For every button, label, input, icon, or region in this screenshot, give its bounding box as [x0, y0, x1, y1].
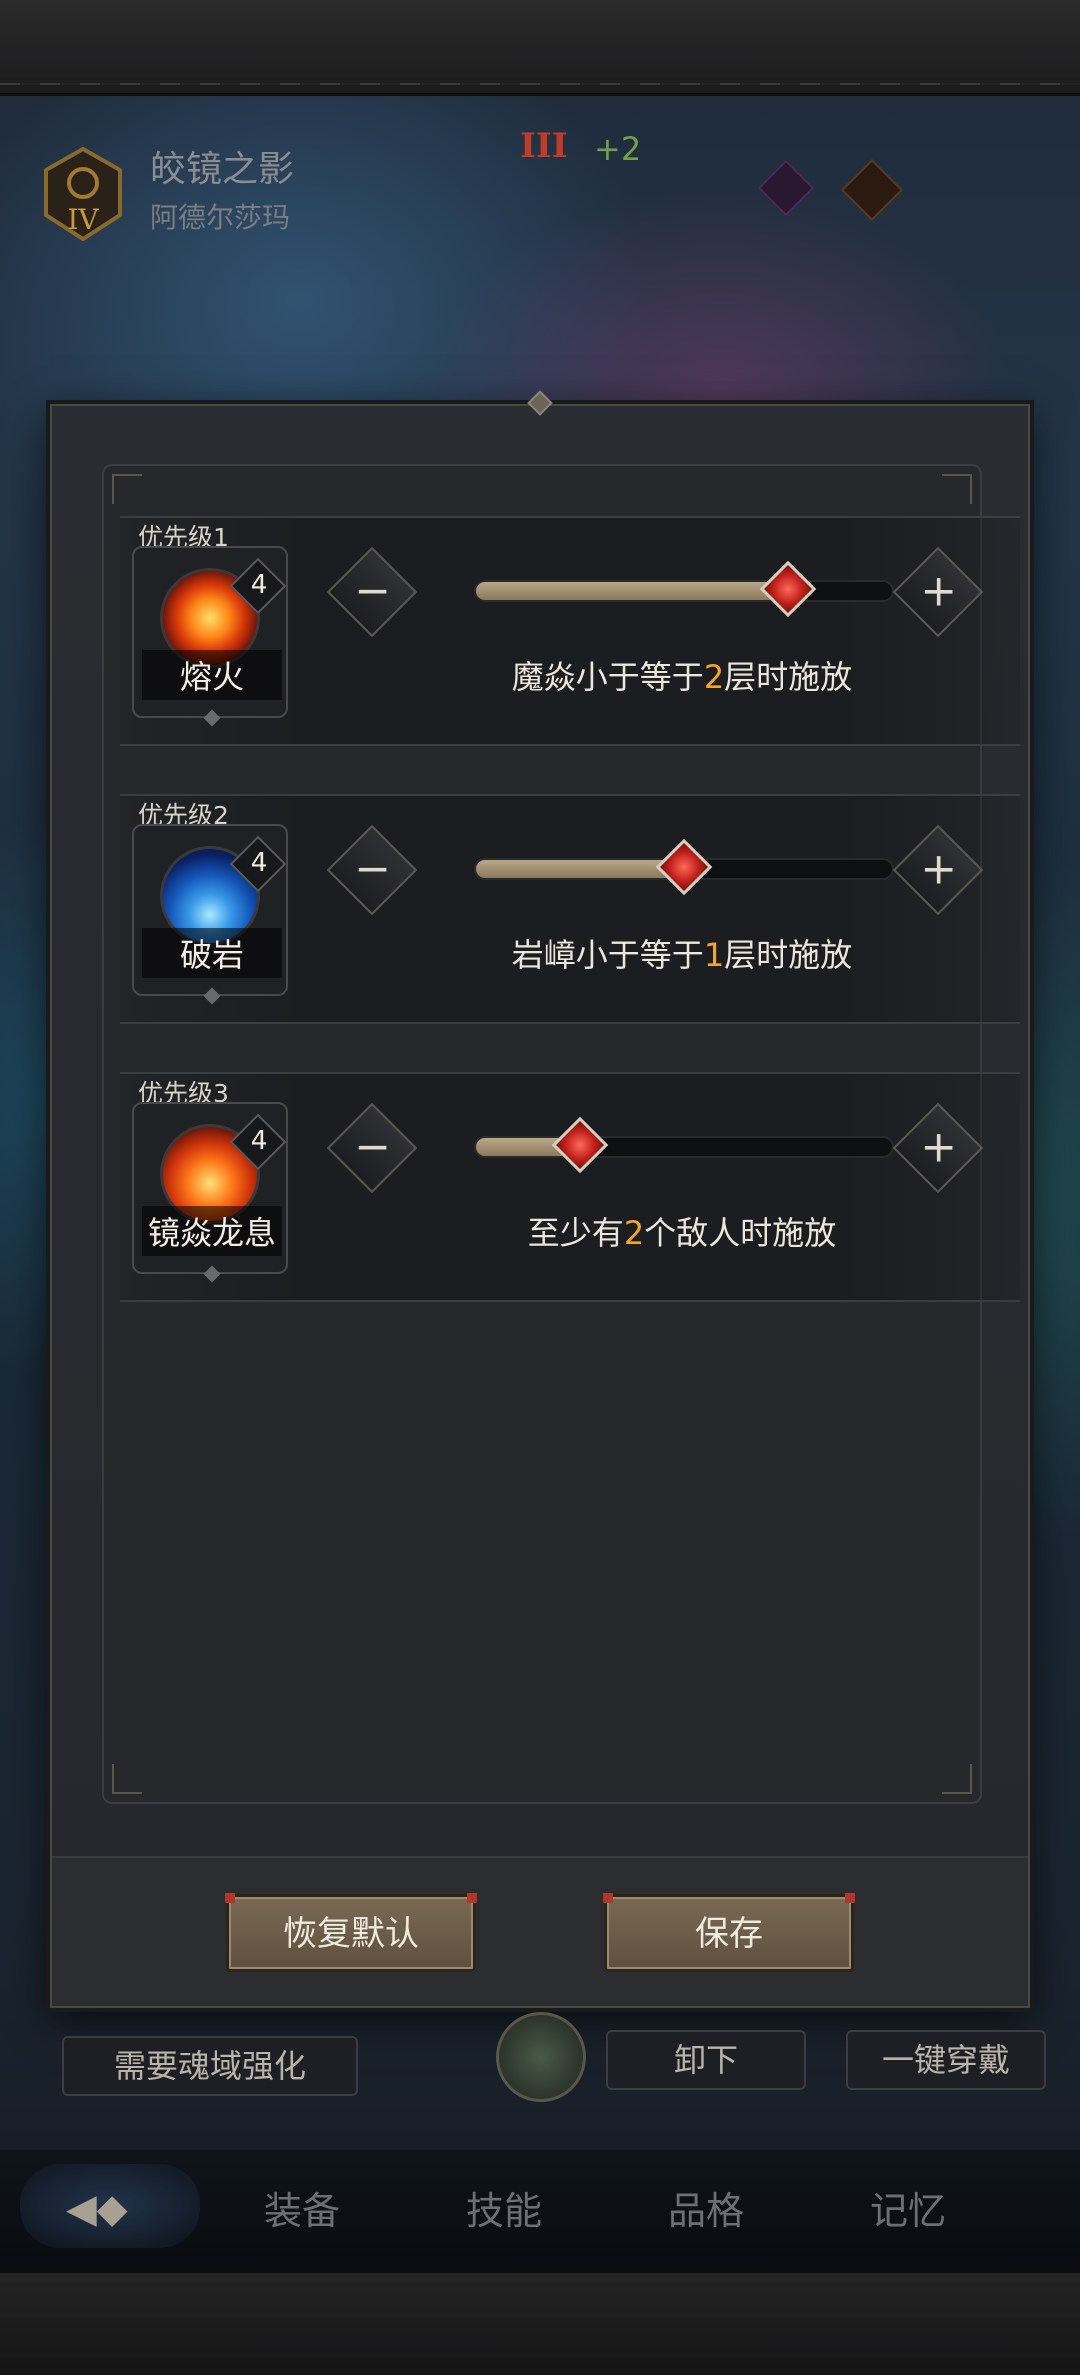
- slider-fill-2: [476, 860, 684, 878]
- equip-all-button[interactable]: 一键穿戴: [846, 2030, 1046, 2090]
- need-enhance-button[interactable]: 需要魂域强化: [62, 2036, 358, 2096]
- unequip-button[interactable]: 卸下: [606, 2030, 806, 2090]
- frame-corner: [942, 474, 972, 504]
- condition-slider-3[interactable]: [474, 1116, 894, 1174]
- condition-before-1: 魔焱小于等于: [511, 658, 704, 696]
- skill-level-1: 4: [250, 570, 268, 600]
- frame-corner: [942, 1764, 972, 1794]
- condition-value-2: 1: [703, 936, 725, 974]
- rank-bonus: +2: [594, 130, 642, 168]
- character-name: 阿德尔莎玛: [150, 201, 291, 234]
- plus-icon: +: [920, 1121, 958, 1173]
- bottom-frame-band: [0, 2270, 1080, 2375]
- character-title: 皎镜之影: [150, 149, 295, 190]
- tab-equipment[interactable]: 装备: [264, 2180, 340, 2235]
- skill-name-1: 熔火: [142, 650, 282, 700]
- minus-icon: −: [354, 565, 392, 617]
- skill-card-1[interactable]: 4 熔火: [132, 546, 288, 727]
- tab-memory[interactable]: 记忆: [870, 2180, 946, 2235]
- condition-text-3: 至少有2个敌人时施放: [352, 1208, 1012, 1254]
- companion-avatar[interactable]: [496, 2012, 586, 2102]
- condition-before-2: 岩嶂小于等于: [511, 936, 704, 974]
- emblem-label: IV: [67, 203, 99, 236]
- skill-priority-dialog: 优先级1 4 熔火 − + 魔焱小于等于2层时施放 优先级2 4 破岩 − + …: [50, 404, 1030, 2008]
- skill-name-3: 镜焱龙息: [142, 1206, 282, 1256]
- tab-character[interactable]: 品格: [668, 2180, 744, 2235]
- save-button[interactable]: 保存: [603, 1893, 855, 1972]
- reset-default-button[interactable]: 恢复默认: [225, 1893, 477, 1972]
- condition-after-3: 个敌人时施放: [644, 1214, 837, 1252]
- condition-after-1: 层时施放: [724, 658, 853, 696]
- condition-text-2: 岩嶂小于等于1层时施放: [352, 930, 1012, 976]
- condition-value-1: 2: [703, 658, 725, 696]
- slider-fill-1: [476, 582, 788, 600]
- top-frame-band: [0, 0, 1080, 96]
- condition-slider-2[interactable]: [474, 838, 894, 896]
- condition-before-3: 至少有: [527, 1214, 624, 1252]
- rank-numeral: III: [520, 126, 568, 166]
- skill-card-2[interactable]: 4 破岩: [132, 824, 288, 1005]
- condition-after-2: 层时施放: [724, 936, 853, 974]
- condition-text-1: 魔焱小于等于2层时施放: [352, 652, 1012, 698]
- dialog-footer: 恢复默认 保存: [52, 1856, 1028, 2006]
- plus-icon: +: [920, 565, 958, 617]
- rank-emblem-icon: IV: [40, 145, 126, 245]
- condition-slider-1[interactable]: [474, 560, 894, 618]
- minus-icon: −: [354, 1121, 392, 1173]
- minus-icon: −: [354, 843, 392, 895]
- skill-card-3[interactable]: 4 镜焱龙息: [132, 1102, 288, 1283]
- skill-level-3: 4: [250, 1126, 268, 1156]
- plus-icon: +: [920, 843, 958, 895]
- frame-corner: [112, 474, 142, 504]
- condition-value-3: 2: [623, 1214, 645, 1252]
- frame-corner: [112, 1764, 142, 1794]
- tab-skills[interactable]: 技能: [466, 2180, 542, 2235]
- skill-name-2: 破岩: [142, 928, 282, 978]
- skill-level-2: 4: [250, 848, 268, 878]
- back-arrow-icon: ◀◆: [66, 2186, 128, 2232]
